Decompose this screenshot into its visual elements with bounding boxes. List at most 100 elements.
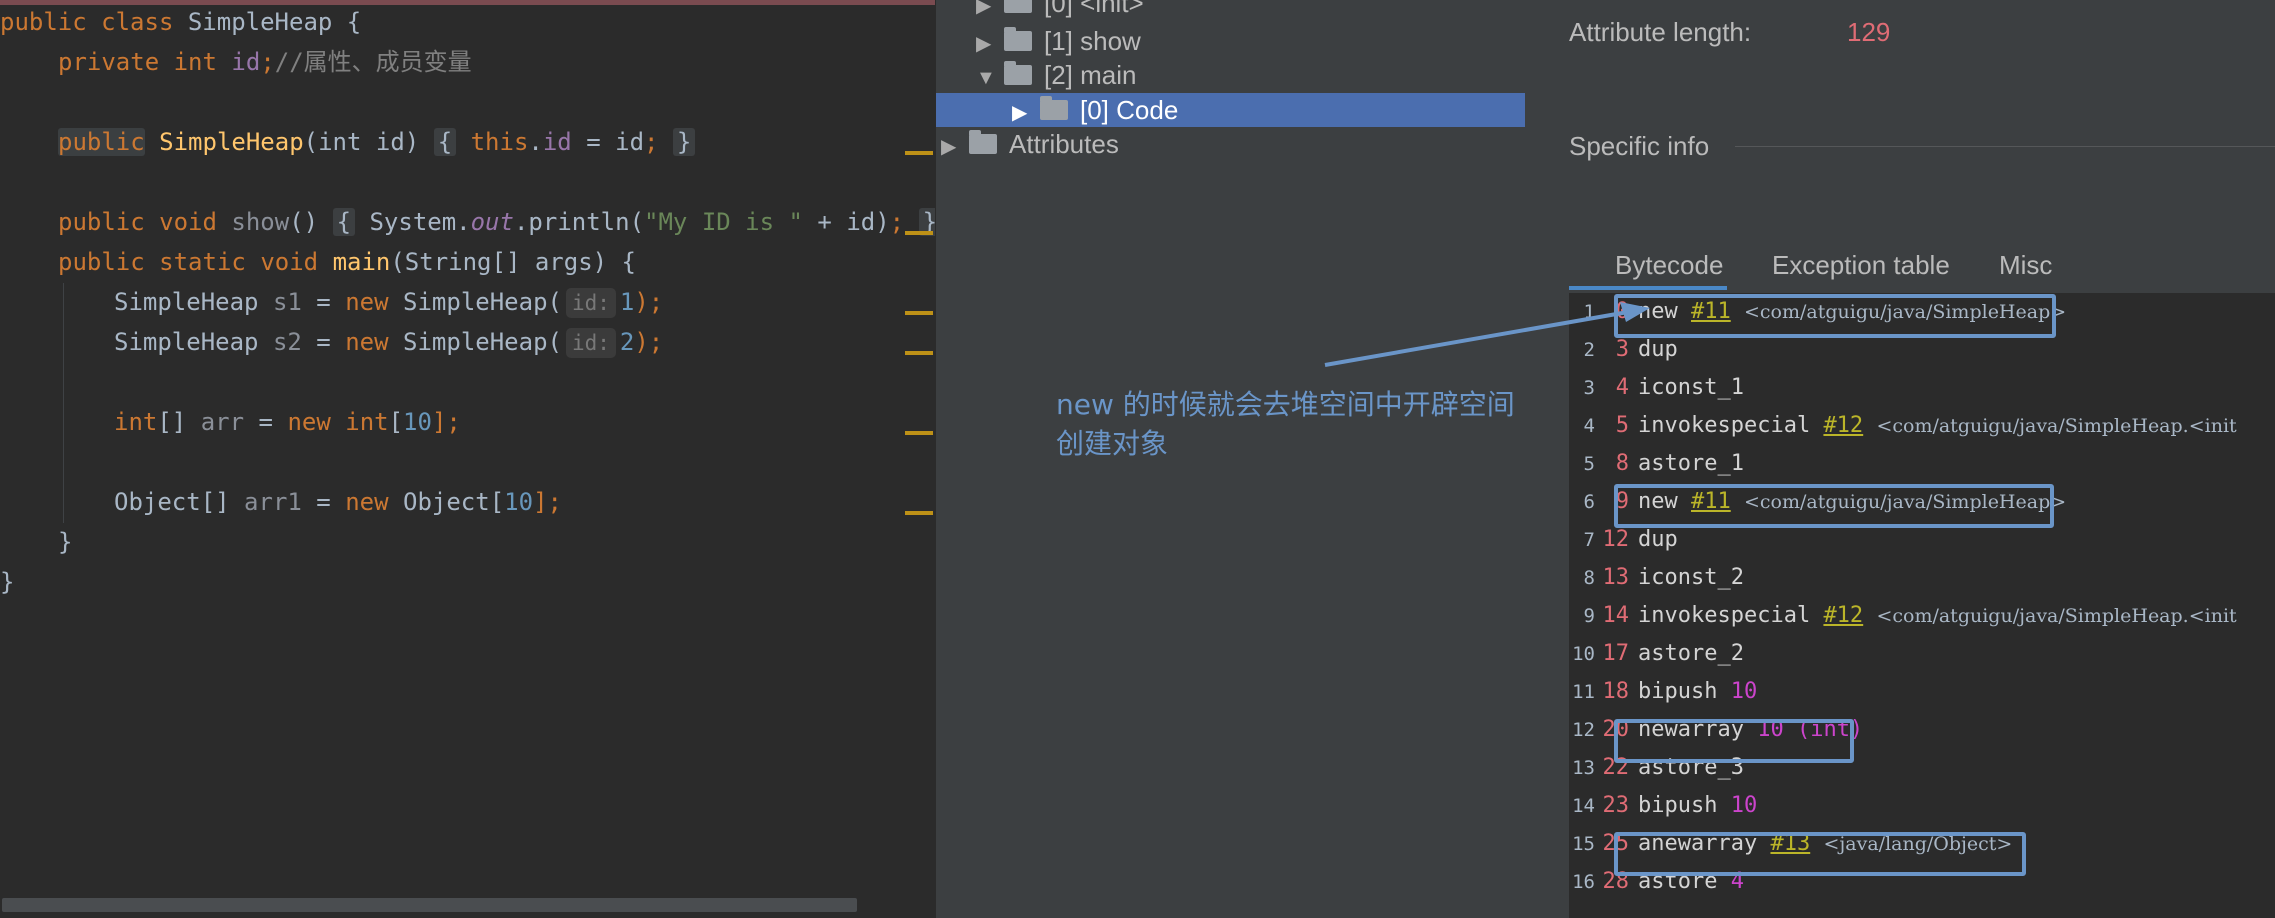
instruction: bipush 10	[1638, 673, 1757, 711]
tab-exception-table[interactable]: Exception table	[1772, 250, 1950, 281]
expand-arrow-icon[interactable]: ▶	[976, 0, 1004, 23]
line-number: 16	[1572, 871, 1595, 893]
opcode: dup	[1638, 527, 1678, 552]
kw-private: private	[58, 48, 160, 76]
annotation-line-2: 创建对象	[1056, 427, 1169, 460]
close-bracket: ];	[533, 488, 562, 516]
code-line-main[interactable]: public static void main(String[] args) {	[58, 242, 636, 282]
expand-arrow-icon[interactable]: ▶	[941, 130, 969, 164]
line-number: 9	[1583, 605, 1595, 627]
kw-int: int	[330, 408, 389, 436]
tree-item-init[interactable]: ▶ [0] <init>	[976, 0, 1144, 20]
bytecode-offset: 14	[1602, 603, 1630, 628]
constant-pool-ref[interactable]: #12	[1823, 603, 1863, 628]
section-divider	[1735, 146, 2275, 147]
code-editor[interactable]: public class SimpleHeap { private int id…	[0, 0, 935, 918]
constant-pool-ref[interactable]: #12	[1823, 413, 1863, 438]
expand-arrow-icon[interactable]: ▶	[1012, 96, 1040, 130]
operand-literal: 10	[1730, 679, 1758, 704]
line-number: 1	[1583, 301, 1595, 323]
tab-misc[interactable]: Misc	[1999, 250, 2052, 281]
line-number: 12	[1572, 719, 1595, 741]
var-arr: arr	[200, 408, 245, 436]
code-line-s2[interactable]: SimpleHeap s2 = new SimpleHeap(id: 2);	[114, 322, 663, 362]
field-id: id	[231, 48, 261, 76]
folder-icon	[1040, 96, 1068, 121]
system-ref: System.	[355, 208, 471, 236]
change-marker[interactable]	[905, 511, 933, 515]
code-line-show[interactable]: public void show() { System.out.println(…	[58, 202, 935, 242]
code-line-arr[interactable]: int[] arr = new int[10];	[114, 402, 461, 442]
code-line-class-decl[interactable]: public class SimpleHeap {	[0, 2, 361, 42]
tree-item-show[interactable]: ▶ [1] show	[976, 24, 1141, 58]
close-brace: }	[0, 568, 15, 596]
instruction: iconst_2	[1638, 559, 1744, 597]
folder-icon	[1004, 27, 1032, 52]
class-name: SimpleHeap	[187, 8, 333, 36]
tab-bytecode[interactable]: Bytecode	[1615, 250, 1723, 281]
code-line-close-main[interactable]: }	[58, 522, 72, 562]
tree-item-code-selected[interactable]: ▶ [0] Code	[936, 93, 1526, 127]
var-arr1: arr1	[244, 488, 302, 516]
line-number: 11	[1572, 681, 1595, 703]
folder-icon	[1004, 0, 1032, 14]
number-literal: 1	[619, 288, 635, 316]
opcode: iconst_2	[1638, 565, 1744, 590]
tree-item-main[interactable]: ▼ [2] main	[976, 58, 1137, 92]
horizontal-scrollbar[interactable]	[2, 898, 857, 912]
kw-new: new	[287, 408, 331, 436]
kw-void: void	[159, 208, 217, 236]
change-marker[interactable]	[905, 231, 933, 235]
line-number: 15	[1572, 833, 1595, 855]
assign: =	[244, 408, 288, 436]
number-literal: 2	[619, 328, 635, 356]
constructor-name: SimpleHeap	[159, 128, 304, 156]
folder-icon	[969, 130, 997, 155]
indent-guide	[63, 283, 64, 523]
opcode: invokespecial	[1638, 603, 1811, 628]
param-hint: id:	[565, 288, 616, 318]
change-marker[interactable]	[905, 351, 933, 355]
bytecode-listing[interactable]: 1 0 new #11 <com/atguigu/java/SimpleHeap> 2…	[1569, 293, 2275, 918]
change-marker[interactable]	[905, 151, 933, 155]
assign: =	[301, 288, 346, 316]
line-number: 8	[1583, 567, 1595, 589]
var-s2: s2	[272, 328, 302, 356]
collapse-arrow-icon[interactable]: ▼	[976, 61, 1004, 95]
fold-close-brace[interactable]: }	[672, 128, 696, 156]
field-comment: //属性、成员变量	[274, 48, 472, 76]
change-marker[interactable]	[905, 431, 933, 435]
kw-new: new	[345, 328, 389, 356]
instruction: astore_2	[1638, 635, 1744, 673]
instruction: iconst_1	[1638, 369, 1744, 407]
call-end: );	[634, 328, 664, 356]
tree-item-attributes[interactable]: ▶ Attributes	[941, 127, 1119, 161]
bytecode-offset: 4	[1615, 375, 1629, 400]
number-literal: 10	[403, 408, 432, 436]
string-literal: "My ID is "	[644, 208, 803, 236]
fold-open-brace[interactable]: {	[433, 128, 457, 156]
operand-literal: 10	[1730, 793, 1758, 818]
bytecode-offset: 5	[1615, 413, 1629, 438]
code-line-arr1[interactable]: Object[] arr1 = new Object[10];	[114, 482, 562, 522]
call-end: );	[634, 288, 664, 316]
tree-item-label: Attributes	[1009, 129, 1119, 159]
fold-open-brace[interactable]: {	[332, 208, 356, 236]
code-line-constructor[interactable]: public SimpleHeap(int id) { this.id = id…	[58, 122, 696, 162]
opcode: dup	[1638, 337, 1678, 362]
type-name: Object[]	[114, 488, 245, 516]
expand-arrow-icon[interactable]: ▶	[976, 27, 1004, 61]
code-line-field[interactable]: private int id;//属性、成员变量	[58, 42, 472, 82]
code-line-s1[interactable]: SimpleHeap s1 = new SimpleHeap(id: 1);	[114, 282, 663, 322]
attr-length-label: Attribute length:	[1569, 17, 1752, 47]
brackets: []	[157, 408, 201, 436]
kw-public: public	[58, 248, 145, 276]
kw-void: void	[260, 248, 319, 276]
kw-int: int	[173, 48, 217, 76]
type-name: SimpleHeap	[114, 328, 273, 356]
parens: ()	[289, 208, 319, 236]
change-marker[interactable]	[905, 311, 933, 315]
type-name: SimpleHeap	[114, 288, 273, 316]
code-line-close-class[interactable]: }	[0, 562, 14, 602]
ctor-call: SimpleHeap(	[388, 288, 562, 316]
